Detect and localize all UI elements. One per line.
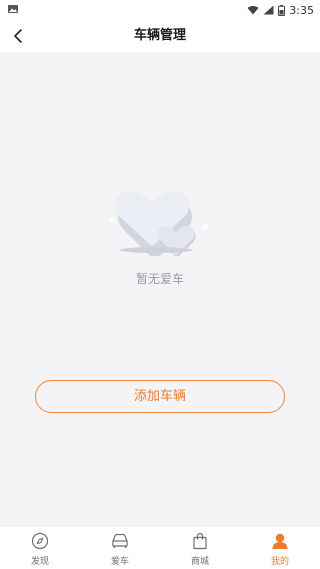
status-indicators: 3:35 — [247, 0, 314, 20]
compass-icon — [30, 531, 50, 551]
hearts-icon — [109, 191, 208, 256]
status-time: 3:35 — [289, 3, 314, 17]
empty-message: 暂无爱车 — [135, 272, 184, 286]
status-bar: 3:35 — [0, 0, 320, 20]
image-notification-icon — [8, 5, 18, 13]
shopping-bag-icon — [190, 531, 210, 551]
add-vehicle-button[interactable]: 添加车辆 — [35, 380, 285, 413]
main-content: 暂无爱车 添加车辆 — [0, 52, 320, 525]
wifi-icon — [247, 5, 259, 15]
tab-label: 我的 — [270, 557, 289, 567]
tab-label: 爱车 — [110, 557, 129, 567]
tab-discover[interactable]: 发现 — [0, 526, 80, 569]
tab-my-car[interactable]: 爱车 — [80, 526, 160, 569]
car-icon — [110, 531, 130, 551]
battery-icon — [278, 4, 286, 16]
tab-mine[interactable]: 我的 — [240, 526, 320, 569]
user-icon — [270, 531, 290, 551]
tab-label: 发现 — [30, 557, 49, 567]
tab-mall[interactable]: 商城 — [160, 526, 240, 569]
page-title: 车辆管理 — [133, 28, 186, 43]
nav-bar: 车辆管理 — [0, 20, 320, 52]
signal-icon — [263, 5, 274, 15]
bottom-tab-bar: 发现 爱车 商城 我的 — [0, 525, 320, 569]
tab-label: 商城 — [190, 557, 209, 567]
